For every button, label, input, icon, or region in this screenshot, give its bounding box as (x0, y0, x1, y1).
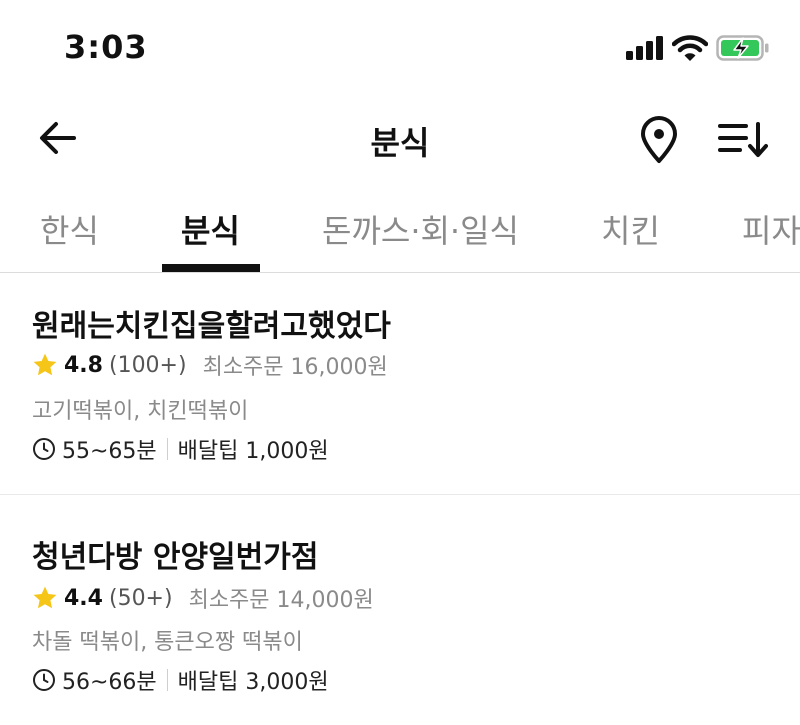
store-card[interactable]: 원래는치킨집을할려고했었다 4.8 (100+) 최소주문 16,000원 고기… (0, 273, 800, 495)
rating-value: 4.8 (64, 352, 103, 378)
active-tab-indicator (162, 264, 260, 272)
rating-value: 4.4 (64, 585, 103, 611)
delivery-time: 56~66분 (62, 670, 157, 695)
delivery-row: 55~65분 배달팁 1,000원 (32, 433, 329, 465)
clock-icon (33, 438, 55, 460)
min-order: 최소주문 14,000원 (188, 588, 374, 613)
store-name: 원래는치킨집을할려고했었다 (32, 309, 391, 344)
status-bar: 3:03 (0, 0, 800, 96)
menu-summary: 고기떡볶이, 치킨떡볶이 (32, 399, 249, 424)
page-title: 분식 (370, 124, 430, 162)
star-icon (33, 586, 57, 609)
tab-chicken[interactable]: 치킨 (601, 206, 660, 252)
store-card[interactable]: 청년다방 안양일번가점 4.4 (50+) 최소주문 14,000원 차돌 떡볶… (0, 496, 800, 725)
divider (166, 438, 168, 460)
menu-summary: 차돌 떡볶이, 통큰오짱 떡볶이 (32, 630, 303, 655)
review-count: (50+) (108, 585, 173, 611)
app-header: 분식 (0, 96, 800, 184)
rating-row: 4.8 (100+) 최소주문 16,000원 (32, 349, 388, 381)
delivery-fee: 배달팁 1,000원 (177, 439, 329, 464)
location-pin-icon[interactable] (638, 116, 680, 164)
delivery-time: 55~65분 (62, 439, 157, 464)
tab-cutlet-sushi-japanese[interactable]: 돈까스·회·일식 (322, 206, 519, 252)
review-count: (100+) (108, 352, 187, 378)
star-icon (33, 353, 57, 376)
sort-icon[interactable] (716, 120, 768, 160)
clock-icon (33, 669, 55, 691)
category-tabs: 한식 분식 돈까스·회·일식 치킨 피자 (0, 184, 800, 273)
screen: 3:03 분식 한식 분식 돈까스·회·일식 치킨 피자 원래는치킨집을할려고했… (0, 0, 800, 725)
tab-pizza[interactable]: 피자 (742, 206, 800, 252)
tab-korean[interactable]: 한식 (40, 206, 99, 252)
battery-icon (716, 35, 769, 61)
wifi-icon (672, 35, 708, 61)
rating-row: 4.4 (50+) 최소주문 14,000원 (32, 582, 374, 614)
signal-icon (626, 36, 663, 60)
status-time: 3:03 (64, 28, 148, 66)
store-name: 청년다방 안양일번가점 (32, 540, 319, 575)
delivery-fee: 배달팁 3,000원 (177, 670, 329, 695)
divider (166, 669, 168, 691)
min-order: 최소주문 16,000원 (202, 355, 388, 380)
delivery-row: 56~66분 배달팁 3,000원 (32, 664, 329, 696)
tab-snack[interactable]: 분식 (181, 206, 240, 252)
